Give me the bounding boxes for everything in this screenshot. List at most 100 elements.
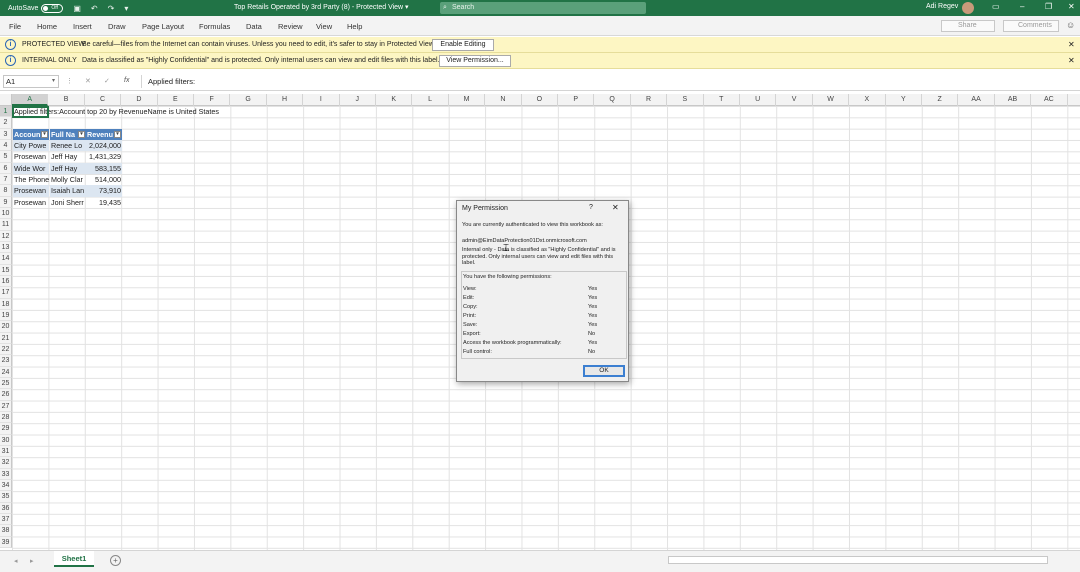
restore-icon[interactable]: ❐ [1045, 2, 1052, 11]
table-cell[interactable]: Jeff Hay [50, 162, 86, 174]
user-name[interactable]: Adi Regev [926, 3, 958, 10]
row-header[interactable]: 10 [0, 207, 12, 220]
column-header[interactable]: U [740, 94, 777, 106]
ok-button[interactable]: OK [583, 365, 625, 377]
table-cell[interactable]: Jeff Hay [50, 151, 86, 162]
tab-data[interactable]: Data [246, 22, 262, 31]
redo-icon[interactable]: ↷ [108, 4, 115, 13]
row-header[interactable]: 29 [0, 423, 12, 435]
column-header[interactable]: I [303, 94, 340, 106]
row-header[interactable]: 28 [0, 411, 12, 424]
table-cell[interactable]: City Powe [13, 139, 49, 152]
close-icon[interactable]: ✕ [612, 203, 619, 212]
tab-review[interactable]: Review [278, 22, 303, 31]
row-header[interactable]: 14 [0, 253, 12, 265]
enable-editing-button[interactable]: Enable Editing [432, 39, 494, 51]
row-header[interactable]: 7 [0, 173, 12, 186]
table-cell[interactable]: Isaiah Lan [50, 185, 86, 197]
row-header[interactable]: 24 [0, 366, 12, 378]
table-cell[interactable]: 2,024,000 [86, 139, 122, 152]
table-header-full-name[interactable]: Full Na ▾ [50, 128, 86, 141]
column-header[interactable]: A [12, 94, 49, 106]
comments-button[interactable]: Comments [1003, 20, 1059, 32]
table-cell[interactable]: The Phone [13, 174, 49, 185]
row-header[interactable]: 26 [0, 389, 12, 401]
row-header[interactable]: 1 [0, 106, 12, 118]
horizontal-scrollbar[interactable] [668, 556, 1048, 564]
row-header[interactable]: 8 [0, 185, 12, 197]
row-header[interactable]: 19 [0, 309, 12, 322]
column-header[interactable]: G [230, 94, 267, 106]
column-header[interactable]: X [849, 94, 886, 106]
row-header[interactable]: 37 [0, 513, 12, 526]
column-header[interactable]: Q [594, 94, 631, 106]
table-cell[interactable]: Prosewan [13, 197, 49, 208]
column-header[interactable]: Y [886, 94, 922, 106]
row-header[interactable]: 3 [0, 128, 12, 140]
row-header[interactable]: 20 [0, 321, 12, 333]
row-header[interactable]: 13 [0, 241, 12, 254]
autosave-control[interactable]: AutoSave Off [8, 3, 64, 13]
close-window-icon[interactable]: ✕ [1068, 2, 1075, 11]
filter-dropdown-icon[interactable]: ▾ [114, 130, 121, 138]
row-header[interactable]: 6 [0, 162, 12, 174]
table-header-account[interactable]: Accoun ▾ [13, 128, 49, 141]
table-cell[interactable]: Prosewan [13, 151, 49, 162]
insert-function-icon[interactable]: fx [124, 77, 129, 84]
row-header[interactable]: 32 [0, 457, 12, 469]
ribbon-display-icon[interactable]: ▭ [992, 2, 1000, 11]
row-header[interactable]: 33 [0, 468, 12, 480]
search-input[interactable]: ⌕ Search [440, 2, 646, 14]
column-header[interactable]: B [48, 94, 85, 106]
row-header[interactable]: 15 [0, 264, 12, 276]
cell-a1[interactable]: Applied filters:Account top 20 by Revenu… [13, 106, 413, 117]
row-header[interactable]: 27 [0, 400, 12, 412]
row-header[interactable]: 16 [0, 275, 12, 288]
row-header[interactable]: 30 [0, 434, 12, 446]
column-header[interactable]: AC [1031, 94, 1068, 106]
save-icon[interactable]: ▣ [73, 4, 81, 13]
row-header[interactable]: 17 [0, 287, 12, 299]
table-cell[interactable]: 583,155 [86, 162, 122, 174]
formula-input[interactable]: Applied filters: [141, 75, 1073, 88]
help-icon[interactable]: ? [589, 204, 593, 211]
tab-draw[interactable]: Draw [108, 22, 126, 31]
row-header[interactable]: 34 [0, 479, 12, 492]
column-header[interactable]: E [158, 94, 194, 106]
sheet-tab-sheet1[interactable]: Sheet1 [54, 551, 94, 567]
column-header[interactable]: P [558, 94, 595, 106]
sheet-next-icon[interactable]: ▸ [30, 557, 34, 565]
feedback-smiley-icon[interactable]: ☺ [1066, 20, 1075, 30]
column-header[interactable]: V [776, 94, 813, 106]
column-header[interactable]: Z [922, 94, 959, 106]
row-header[interactable]: 25 [0, 377, 12, 390]
table-header-revenue[interactable]: Revenu ▾ [86, 128, 122, 141]
column-header[interactable]: D [121, 94, 158, 106]
column-header[interactable]: S [667, 94, 704, 106]
avatar[interactable] [962, 2, 974, 14]
column-header[interactable]: AB [995, 94, 1032, 106]
row-header[interactable]: 11 [0, 219, 12, 231]
row-header[interactable]: 23 [0, 355, 12, 367]
tab-home[interactable]: Home [37, 22, 57, 31]
table-cell[interactable]: Wide Wor [13, 162, 49, 174]
qat-customize-icon[interactable]: ▾ [124, 4, 128, 13]
column-header[interactable]: K [376, 94, 413, 106]
select-all-corner[interactable] [0, 94, 12, 106]
minimize-icon[interactable]: – [1020, 2, 1024, 11]
close-bar-icon[interactable]: ✕ [1068, 40, 1075, 49]
row-header[interactable]: 9 [0, 196, 12, 208]
row-header[interactable]: 12 [0, 230, 12, 242]
add-sheet-icon[interactable]: + [110, 555, 121, 566]
table-cell[interactable]: Prosewan [13, 185, 49, 197]
undo-icon[interactable]: ↶ [91, 4, 98, 13]
column-header[interactable]: H [267, 94, 304, 106]
name-box[interactable]: A1 ▾ [3, 75, 59, 88]
row-header[interactable]: 31 [0, 445, 12, 458]
row-header[interactable]: 2 [0, 117, 12, 129]
row-header[interactable]: 22 [0, 343, 12, 356]
column-header[interactable]: C [85, 94, 122, 106]
column-header[interactable]: M [449, 94, 486, 106]
column-header[interactable]: W [813, 94, 850, 106]
sheet-prev-icon[interactable]: ◂ [14, 557, 18, 565]
